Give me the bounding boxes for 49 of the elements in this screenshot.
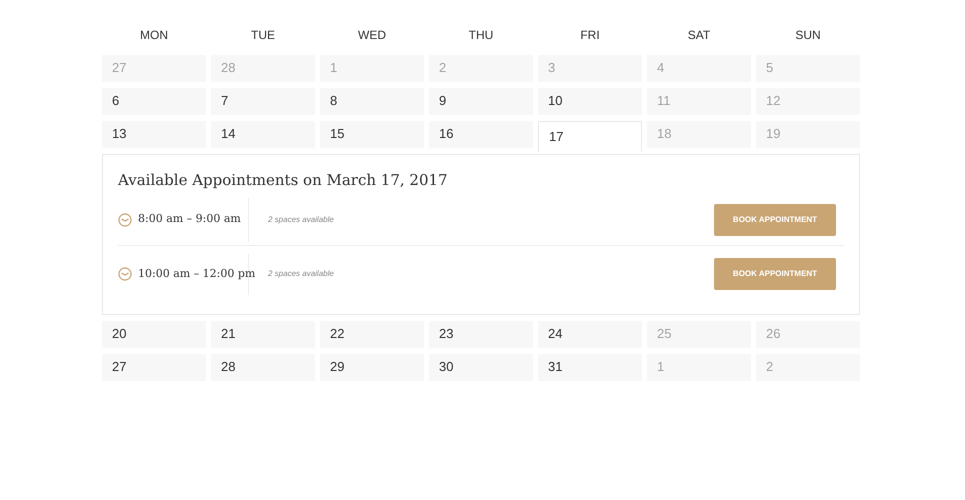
weekday-header: SUN <box>794 27 822 44</box>
day-cell: 11 <box>647 88 751 115</box>
day-cell[interactable]: 28 <box>211 354 315 380</box>
spaces-available: 2 spaces available <box>268 214 334 226</box>
day-cell[interactable]: 15 <box>320 121 424 148</box>
weekday-header: FRI <box>579 27 601 44</box>
day-cell[interactable]: 22 <box>320 320 424 348</box>
spaces-available: 2 spaces available <box>268 268 334 280</box>
day-cell: 1 <box>320 55 424 82</box>
day-cell: 5 <box>756 55 860 82</box>
day-cell[interactable]: 13 <box>102 121 206 148</box>
day-cell[interactable]: 7 <box>211 88 315 115</box>
day-cell[interactable]: 9 <box>429 88 533 115</box>
day-cell[interactable]: 14 <box>211 121 315 148</box>
day-cell: 1 <box>647 354 751 380</box>
weekday-header: SAT <box>686 27 712 44</box>
time-range: 10:00 am – 12:00 pm <box>138 266 256 282</box>
day-cell[interactable]: 23 <box>429 320 533 348</box>
time-range: 8:00 am – 9:00 am <box>138 211 241 228</box>
day-cell: 2 <box>429 55 533 82</box>
weekday-header: MON <box>139 27 169 44</box>
day-cell[interactable]: 20 <box>102 320 206 348</box>
day-cell: 28 <box>211 55 315 82</box>
day-cell: 19 <box>756 121 860 148</box>
day-cell[interactable]: 21 <box>211 320 315 348</box>
day-cell[interactable]: 29 <box>320 354 424 380</box>
weekday-header: TUE <box>250 27 276 44</box>
day-cell: 25 <box>647 320 751 348</box>
day-cell[interactable]: 24 <box>538 320 642 348</box>
day-cell[interactable]: 16 <box>429 121 533 148</box>
day-cell: 18 <box>647 121 751 148</box>
day-cell[interactable]: 27 <box>102 354 206 380</box>
day-cell[interactable]: 8 <box>320 88 424 115</box>
day-cell: 27 <box>102 55 206 82</box>
day-cell[interactable]: 31 <box>538 354 642 380</box>
day-cell: 2 <box>756 354 860 380</box>
day-cell[interactable]: 6 <box>102 88 206 115</box>
weekday-header: THU <box>468 27 494 44</box>
day-cell[interactable]: 17 <box>538 121 642 152</box>
day-cell[interactable]: 30 <box>429 354 533 380</box>
day-cell: 3 <box>538 55 642 82</box>
day-cell: 4 <box>647 55 751 82</box>
clock-icon <box>118 267 132 281</box>
appointments-title: Available Appointments on March 17, 2017 <box>118 170 449 191</box>
weekday-header: WED <box>357 27 387 44</box>
day-cell: 12 <box>756 88 860 115</box>
clock-icon <box>118 212 132 226</box>
day-cell: 26 <box>756 320 860 348</box>
day-cell[interactable]: 10 <box>538 88 642 115</box>
